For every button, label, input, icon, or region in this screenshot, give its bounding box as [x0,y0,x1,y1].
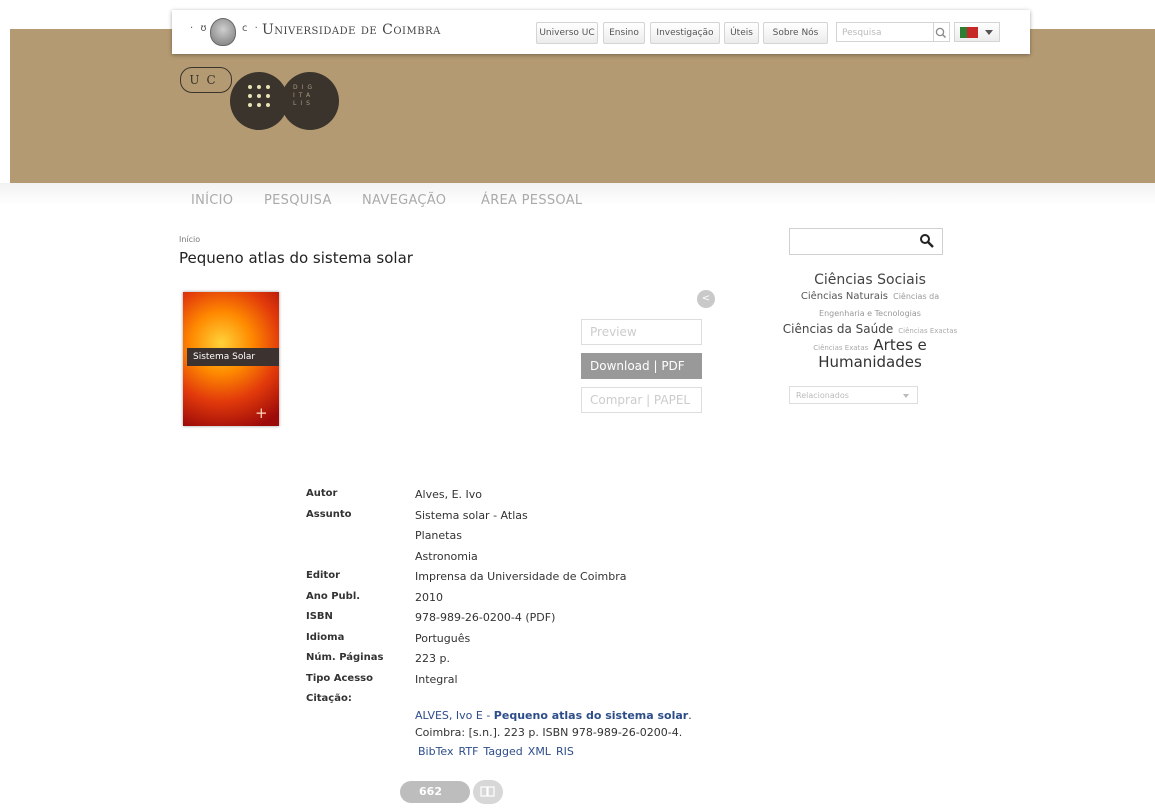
assunto-value-2: Planetas [415,529,462,542]
top-search-input[interactable]: Pesquisa [836,22,934,42]
universo-uc-button[interactable]: Universo UC [536,22,598,44]
zoom-plus-icon: + [255,404,268,422]
metadata-row: Idioma Português [306,632,806,653]
related-select[interactable]: Relacionados [789,386,918,404]
digitalis-wordmark: DIG ITA LIS [293,84,317,107]
cover-title-band: Sistema Solar [187,348,279,366]
chevron-down-icon [985,30,993,35]
search-icon [920,234,934,248]
paginas-label: Núm. Páginas [306,652,384,663]
chevron-down-icon [903,394,909,398]
export-rtf-link[interactable]: RTF [459,745,479,758]
assunto-value-1: Sistema solar - Atlas [415,508,528,522]
citation-export-links: BibTex RTF Tagged XML RIS [418,745,579,758]
sobre-nos-button[interactable]: Sobre Nós [763,22,828,44]
tag-ciencias-naturais[interactable]: Ciências Naturais [801,291,888,302]
metadata-row: ISBN 978-989-26-0200-4 (PDF) [306,611,806,632]
uteis-button[interactable]: Úteis [724,22,759,44]
nav-area-pessoal[interactable]: ÁREA PESSOAL [481,193,582,208]
autor-value: Alves, E. Ivo [415,488,483,501]
assunto-value-3: Astronomia [415,549,478,563]
metadata-row: Assunto Sistema solar - Atlas [306,509,806,530]
views-counter: 662 [400,781,470,803]
editor-value: Imprensa da Universidade de Coimbra [415,570,627,583]
university-topbar: · ʊ ϲ · Universidade de Coimbra Universo… [172,10,1030,54]
nav-navegacao[interactable]: NAVEGAÇÃO [362,193,446,208]
citation-title-link[interactable]: Pequeno atlas do sistema solar [494,709,688,722]
university-seal-icon [210,18,236,46]
uc-logo[interactable]: UC [180,67,232,93]
citation-author: ALVES, Ivo E - [415,709,494,722]
book-icon [473,780,503,804]
ano-value: 2010 [415,590,443,604]
tag-ciencias-exatas[interactable]: Ciências Exatas [813,344,868,352]
isbn-label: ISBN [306,611,333,622]
isbn-value: 978-989-26-0200-4 (PDF) [415,611,556,624]
idioma-label: Idioma [306,631,345,643]
download-pdf-button[interactable]: Download | PDF [581,353,702,379]
buy-paper-button[interactable]: Comprar | PAPEL [581,387,702,413]
editor-label: Editor [306,570,340,581]
tipo-acesso-label: Tipo Acesso [306,672,373,684]
language-selector[interactable] [954,22,1000,42]
related-select-label: Relacionados [796,391,849,400]
preview-button[interactable]: Preview [581,319,702,345]
nav-pesquisa[interactable]: PESQUISA [264,193,332,208]
metadata-row: Núm. Páginas 223 p. [306,652,806,673]
crest-ornament-left: · ʊ [190,23,209,34]
top-search-button[interactable] [932,22,950,42]
tag-artes-humanidades[interactable]: Artes e Humanidades [818,336,927,371]
metadata-row: Editor Imprensa da Universidade de Coimbr… [306,570,806,591]
share-icon[interactable]: < [697,290,715,308]
export-ris-link[interactable]: RIS [556,745,574,758]
tipo-acesso-value: Integral [415,672,458,686]
subject-tag-cloud: Ciências Sociais Ciências Naturais Ciênc… [780,272,960,371]
tag-ciencias-sociais[interactable]: Ciências Sociais [814,272,926,288]
paginas-value: 223 p. [415,652,450,665]
digitalis-dots-icon [248,85,272,109]
assunto-label: Assunto [306,508,352,520]
export-bibtex-link[interactable]: BibTex [418,745,454,758]
university-title[interactable]: Universidade de Coimbra [262,22,441,38]
crest-ornament-right: ϲ · [242,23,260,34]
ensino-button[interactable]: Ensino [603,22,645,44]
portugal-flag-icon [960,27,978,38]
metadata-row: Tipo Acesso Integral [306,673,806,694]
tag-ciencias-exactas[interactable]: Ciências Exactas [898,327,957,335]
metadata-row: Planetas [306,529,806,550]
export-tagged-link[interactable]: Tagged [483,745,522,758]
metadata-row: Astronomia [306,550,806,571]
page-title: Pequeno atlas do sistema solar [179,249,413,267]
metadata-row: Ano Publ. 2010 [306,591,806,612]
tag-ciencias-saude[interactable]: Ciências da Saúde [783,322,893,336]
metadata-table: Autor Alves, E. Ivo Assunto Sistema solar … [306,488,806,714]
ano-label: Ano Publ. [306,590,361,602]
search-icon [935,27,947,39]
investigacao-button[interactable]: Investigação [650,22,720,44]
nav-inicio[interactable]: INÍCIO [191,193,233,208]
book-cover-image[interactable]: Sistema Solar + [183,292,279,426]
sidebar-search-button[interactable] [918,232,936,250]
idioma-value: Português [415,631,471,645]
citacao-label: Citação: [306,693,352,704]
breadcrumb[interactable]: Início [179,235,200,244]
citation-text: ALVES, Ivo E - Pequeno atlas do sistema … [415,707,735,741]
export-xml-link[interactable]: XML [528,745,551,758]
metadata-row: Autor Alves, E. Ivo [306,488,806,509]
autor-label: Autor [306,488,338,499]
